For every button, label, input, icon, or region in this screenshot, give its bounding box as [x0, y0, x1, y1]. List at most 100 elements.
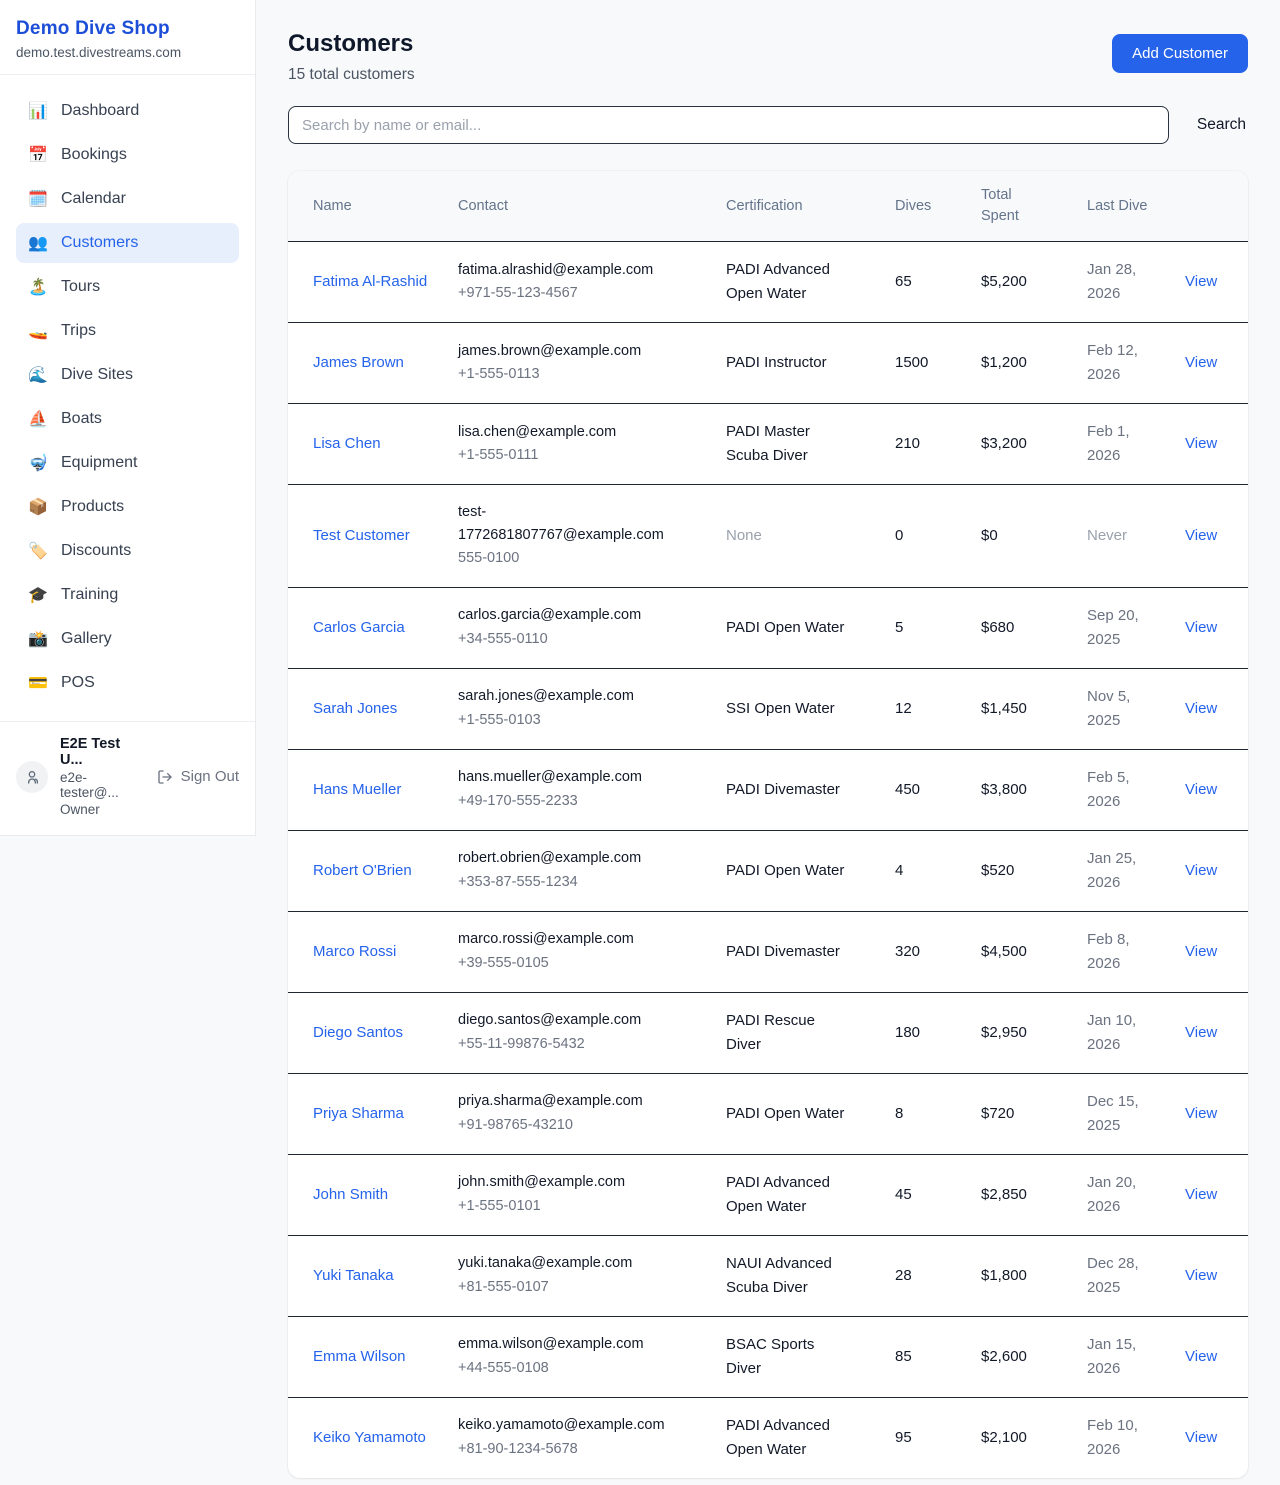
sidebar: Demo Dive Shop demo.test.divestreams.com… [0, 0, 256, 836]
customer-total-spent: $3,800 [981, 749, 1087, 830]
view-customer-link[interactable]: View [1185, 1024, 1217, 1041]
sidebar-item-gallery[interactable]: 📸 Gallery [16, 619, 239, 659]
view-customer-link[interactable]: View [1185, 1186, 1217, 1203]
add-customer-button[interactable]: Add Customer [1112, 34, 1248, 73]
customer-contact-cell: carlos.garcia@example.com +34-555-0110 [458, 587, 726, 668]
customer-name-link[interactable]: Sarah Jones [313, 700, 397, 717]
view-customer-link[interactable]: View [1185, 619, 1217, 636]
customer-name-link[interactable]: Priya Sharma [313, 1105, 404, 1122]
customer-certification: PADI Divemaster [726, 911, 895, 992]
customer-certification: PADI Advanced Open Water [726, 242, 895, 323]
view-customer-link[interactable]: View [1185, 354, 1217, 371]
customer-phone: +1-555-0103 [458, 709, 666, 732]
customer-view-cell: View [1185, 242, 1248, 323]
customer-total-spent: $1,200 [981, 323, 1087, 404]
customer-total-spent: $4,500 [981, 911, 1087, 992]
customer-view-cell: View [1185, 1316, 1248, 1397]
customer-name-link[interactable]: Emma Wilson [313, 1348, 406, 1365]
customer-view-cell: View [1185, 1073, 1248, 1154]
sidebar-item-training[interactable]: 🎓 Training [16, 575, 239, 615]
search-input[interactable] [288, 106, 1169, 144]
customer-contact-cell: john.smith@example.com +1-555-0101 [458, 1154, 726, 1235]
sidebar-item-pos[interactable]: 💳 POS [16, 663, 239, 703]
customer-name-link[interactable]: Robert O'Brien [313, 862, 412, 879]
sidebar-item-discounts[interactable]: 🏷️ Discounts [16, 531, 239, 571]
view-customer-link[interactable]: View [1185, 1429, 1217, 1446]
customer-last-dive: Feb 1, 2026 [1087, 404, 1185, 485]
sidebar-item-label: Equipment [61, 454, 138, 472]
nav-icon: 👥 [28, 233, 48, 253]
page-title: Customers [288, 30, 415, 58]
customer-name-link[interactable]: Carlos Garcia [313, 619, 405, 636]
customer-name-cell: Sarah Jones [288, 668, 458, 749]
sidebar-item-label: Discounts [61, 542, 131, 560]
nav-icon: ⛵ [28, 409, 48, 429]
nav-icon: 📅 [28, 145, 48, 165]
search-button[interactable]: Search [1195, 110, 1248, 140]
customer-dives: 450 [895, 749, 981, 830]
sidebar-item-bookings[interactable]: 📅 Bookings [16, 135, 239, 175]
view-customer-link[interactable]: View [1185, 273, 1217, 290]
customer-email: hans.mueller@example.com [458, 766, 666, 789]
nav-icon: 🤿 [28, 453, 48, 473]
customer-view-cell: View [1185, 485, 1248, 588]
customer-name-cell: Fatima Al-Rashid [288, 242, 458, 323]
customer-total-spent: $720 [981, 1073, 1087, 1154]
customer-last-dive: Jan 28, 2026 [1087, 242, 1185, 323]
view-customer-link[interactable]: View [1185, 781, 1217, 798]
customer-name-link[interactable]: Test Customer [313, 527, 410, 544]
sidebar-item-trips[interactable]: 🚤 Trips [16, 311, 239, 351]
customer-view-cell: View [1185, 587, 1248, 668]
sidebar-item-label: Gallery [61, 630, 112, 648]
sidebar-item-customers[interactable]: 👥 Customers [16, 223, 239, 263]
customer-name-link[interactable]: Marco Rossi [313, 943, 396, 960]
sidebar-item-equipment[interactable]: 🤿 Equipment [16, 443, 239, 483]
customer-view-cell: View [1185, 323, 1248, 404]
customer-total-spent: $680 [981, 587, 1087, 668]
sidebar-header: Demo Dive Shop demo.test.divestreams.com [0, 0, 255, 75]
customer-name-link[interactable]: Lisa Chen [313, 435, 381, 452]
customer-certification: BSAC Sports Diver [726, 1316, 895, 1397]
customer-name-link[interactable]: Fatima Al-Rashid [313, 273, 427, 290]
customer-last-dive: Dec 28, 2025 [1087, 1235, 1185, 1316]
view-customer-link[interactable]: View [1185, 1105, 1217, 1122]
nav-icon: 🎓 [28, 585, 48, 605]
sidebar-item-dive-sites[interactable]: 🌊 Dive Sites [16, 355, 239, 395]
view-customer-link[interactable]: View [1185, 700, 1217, 717]
view-customer-link[interactable]: View [1185, 1267, 1217, 1284]
customer-total-spent: $2,950 [981, 992, 1087, 1073]
customer-dives: 320 [895, 911, 981, 992]
customer-contact-cell: emma.wilson@example.com +44-555-0108 [458, 1316, 726, 1397]
search-form: Search [288, 106, 1248, 144]
customer-email: john.smith@example.com [458, 1171, 666, 1194]
customer-name-link[interactable]: Keiko Yamamoto [313, 1429, 426, 1446]
view-customer-link[interactable]: View [1185, 862, 1217, 879]
sidebar-item-dashboard[interactable]: 📊 Dashboard [16, 91, 239, 131]
page-title-block: Customers 15 total customers [288, 30, 415, 84]
view-customer-link[interactable]: View [1185, 943, 1217, 960]
sidebar-item-boats[interactable]: ⛵ Boats [16, 399, 239, 439]
sidebar-item-calendar[interactable]: 🗓️ Calendar [16, 179, 239, 219]
sign-out-button[interactable]: Sign Out [157, 768, 239, 785]
column-header-name: Name [288, 171, 458, 242]
customer-certification: SSI Open Water [726, 668, 895, 749]
customer-phone: +1-555-0113 [458, 363, 666, 386]
sidebar-nav: 📊 Dashboard 📅 Bookings 🗓️ Calendar 👥 Cus… [0, 75, 255, 721]
customer-name-link[interactable]: Diego Santos [313, 1024, 403, 1041]
customer-view-cell: View [1185, 749, 1248, 830]
view-customer-link[interactable]: View [1185, 435, 1217, 452]
sidebar-item-label: Boats [61, 410, 102, 428]
customer-name-link[interactable]: Yuki Tanaka [313, 1267, 394, 1284]
customer-name-link[interactable]: Hans Mueller [313, 781, 401, 798]
view-customer-link[interactable]: View [1185, 527, 1217, 544]
sidebar-item-products[interactable]: 📦 Products [16, 487, 239, 527]
customer-name-cell: Marco Rossi [288, 911, 458, 992]
customer-last-dive: Jan 10, 2026 [1087, 992, 1185, 1073]
customer-name-link[interactable]: John Smith [313, 1186, 388, 1203]
view-customer-link[interactable]: View [1185, 1348, 1217, 1365]
customer-name-link[interactable]: James Brown [313, 354, 404, 371]
sidebar-item-label: Dive Sites [61, 366, 133, 384]
sidebar-item-tours[interactable]: 🏝️ Tours [16, 267, 239, 307]
customer-name-cell: Carlos Garcia [288, 587, 458, 668]
customer-name-cell: Hans Mueller [288, 749, 458, 830]
